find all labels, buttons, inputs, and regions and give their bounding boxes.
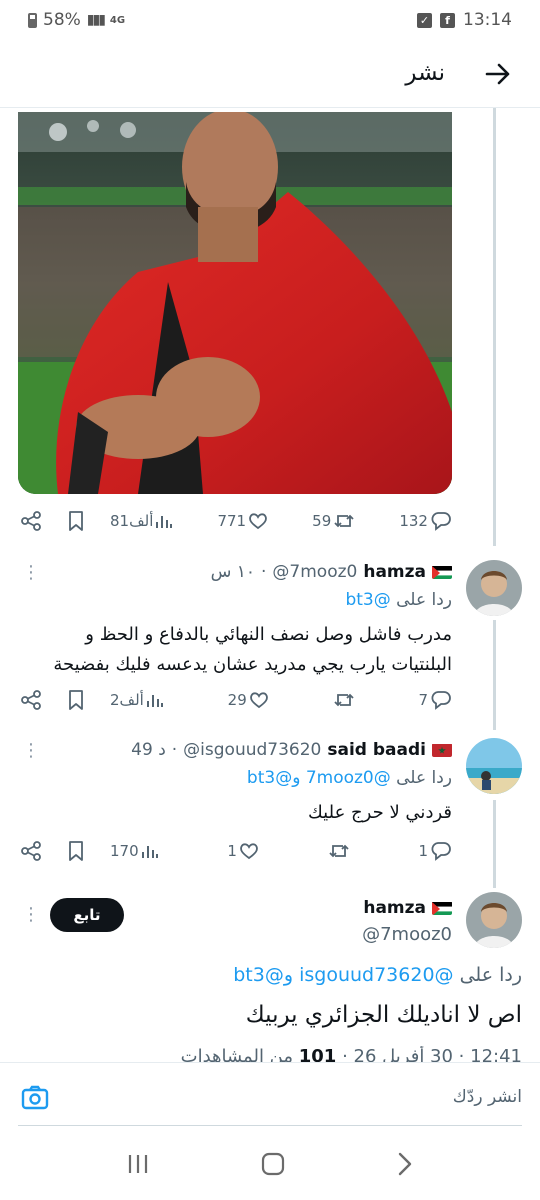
display-name[interactable]: hamza — [363, 898, 426, 918]
more-options-icon[interactable]: ⋮ — [22, 564, 40, 582]
bookmark-button[interactable] — [66, 840, 86, 862]
follow-button[interactable]: تابع — [50, 898, 124, 932]
share-icon — [21, 841, 41, 861]
top-app-bar: نشر — [0, 44, 540, 108]
back-nav-button[interactable] — [395, 1151, 415, 1181]
facebook-notification-icon: f — [440, 12, 455, 28]
back-button[interactable] — [482, 58, 514, 90]
mention-link[interactable]: @bt3 — [345, 590, 390, 610]
more-options-icon[interactable]: ⋮ — [22, 906, 40, 924]
replying-to: ردا على @7mooz0 و@bt3 — [246, 768, 452, 788]
reply-composer: انشر ردّك — [0, 1062, 540, 1132]
network-type: 4G — [109, 14, 126, 26]
bookmark-icon — [69, 511, 83, 531]
share-button[interactable] — [20, 510, 42, 532]
username[interactable]: @7mooz0 — [272, 562, 357, 582]
replying-to: ردا على @bt3 — [345, 590, 452, 610]
reply-actions: 170 1 1 — [20, 835, 452, 867]
share-button[interactable] — [20, 840, 42, 862]
chevron-right-icon — [399, 1152, 412, 1176]
battery-icon — [28, 12, 37, 28]
views-count[interactable]: 81ألف — [110, 512, 173, 530]
more-options-icon[interactable]: ⋮ — [22, 742, 40, 760]
like-button[interactable]: 771 — [217, 511, 268, 531]
post-timestamp[interactable]: 12:41 · 30 أفريل 26 · — [342, 1046, 522, 1062]
share-icon — [21, 690, 41, 710]
bookmark-button[interactable] — [66, 689, 86, 711]
tweet-text: قردني لا حرج عليك — [308, 802, 452, 823]
main-post-actions: 81ألف 771 59 132 — [20, 505, 452, 537]
like-button[interactable]: 1 — [227, 841, 259, 861]
repost-icon — [334, 514, 354, 528]
system-navigation-bar — [0, 1132, 540, 1200]
heart-icon — [249, 513, 267, 530]
mention-link[interactable]: @isgouud73620 و@bt3 — [233, 964, 453, 986]
repost-button[interactable] — [328, 841, 350, 861]
post-photo[interactable] — [18, 112, 452, 494]
palestine-flag-icon — [432, 901, 452, 915]
photo-man-in-red-flag — [18, 112, 452, 494]
repost-icon — [329, 844, 349, 858]
username[interactable]: @7mooz0 — [362, 924, 452, 945]
reply-input[interactable]: انشر ردّك — [453, 1087, 522, 1107]
palestine-flag-icon — [432, 565, 452, 579]
avatar-photo — [466, 560, 522, 616]
checkbox-notification-icon: ✓ — [417, 12, 432, 28]
timestamp[interactable]: ١٠ س — [211, 562, 255, 582]
arrow-right-icon — [485, 63, 510, 85]
thread-connector — [493, 108, 496, 546]
avatar[interactable] — [466, 738, 522, 794]
repost-button[interactable] — [333, 690, 355, 710]
recent-apps-icon — [128, 1155, 147, 1173]
bookmark-icon — [69, 841, 83, 861]
display-name[interactable]: said baadi — [327, 740, 426, 760]
display-name[interactable]: hamza — [363, 562, 426, 582]
view-count: 101 — [298, 1046, 337, 1062]
repost-icon — [333, 693, 354, 707]
timestamp[interactable]: 49 د — [131, 740, 166, 760]
views-chart-icon — [156, 516, 173, 528]
username[interactable]: @isgouud73620 — [183, 740, 321, 760]
reply-button[interactable]: 132 — [399, 511, 452, 531]
battery-level: 58% — [43, 10, 81, 30]
post-metadata: 12:41 · 30 أفريل 26 · 101 من المشاهدات — [181, 1046, 522, 1062]
tweet-text: اص لا اناديلك الجزائري يربيك — [245, 1002, 522, 1028]
reply-actions: 2ألف 29 7 — [20, 684, 452, 716]
reply-bubble-icon — [431, 691, 451, 710]
like-button[interactable]: 29 — [228, 690, 269, 710]
heart-icon — [249, 692, 268, 709]
bookmark-button[interactable] — [66, 510, 86, 532]
avatar-photo — [466, 738, 522, 794]
avatar[interactable] — [466, 892, 522, 948]
views-count[interactable]: 170 — [110, 842, 159, 860]
tweet-text: مدرب فاشل وصل نصف النهائي بالدفاع و الحظ… — [53, 624, 452, 675]
page-title: نشر — [405, 60, 445, 86]
views-chart-icon — [141, 846, 158, 858]
camera-button[interactable] — [20, 1083, 50, 1113]
clock: 13:14 — [463, 10, 512, 30]
replying-to: ردا على @isgouud73620 و@bt3 — [233, 964, 522, 986]
avatar-photo — [466, 892, 522, 948]
divider — [18, 1125, 522, 1126]
reply-button[interactable]: 7 — [418, 690, 452, 710]
heart-icon — [240, 843, 258, 860]
bookmark-icon — [69, 690, 83, 710]
home-icon — [261, 1152, 285, 1176]
views-count[interactable]: 2ألف — [110, 691, 164, 709]
repost-button[interactable]: 59 — [312, 511, 355, 531]
reply-bubble-icon — [431, 842, 451, 861]
morocco-flag-icon — [432, 743, 452, 757]
status-bar: 58% ▮▮▮ 4G ✓ f 13:14 — [0, 0, 540, 40]
share-icon — [21, 511, 41, 531]
share-button[interactable] — [20, 689, 42, 711]
home-button[interactable] — [260, 1151, 286, 1181]
recent-apps-button[interactable] — [125, 1152, 151, 1180]
reply-button[interactable]: 1 — [418, 841, 452, 861]
mention-link[interactable]: @7mooz0 و@bt3 — [247, 768, 391, 788]
camera-icon — [21, 1085, 49, 1110]
signal-icon: ▮▮▮ — [86, 12, 106, 28]
views-chart-icon — [146, 695, 163, 707]
reply-bubble-icon — [431, 512, 451, 531]
avatar[interactable] — [466, 560, 522, 616]
